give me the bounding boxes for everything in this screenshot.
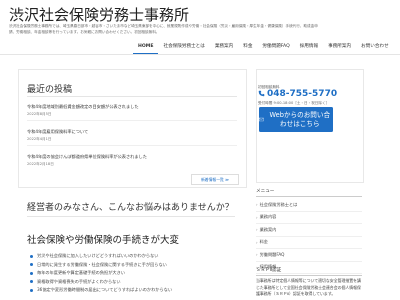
site-title[interactable]: 渋沢社会保険労務士事務所 [9, 4, 189, 25]
post-title[interactable]: 令和4年度の協会けんぽ都道府県単位保険料率が公表されました [27, 154, 237, 160]
mail-icon [259, 117, 264, 122]
section-divider [27, 96, 237, 97]
worries-list: 労災や社会保険に加入したいけどどうすればいいのかわからない 日常的に発生する労働… [30, 252, 172, 295]
post-date: 2022年2月18日 [27, 162, 54, 166]
sidebar-item-label: 労働問題FAQ [259, 251, 285, 257]
sidebar-item-fees[interactable]: › 料金 [256, 237, 362, 249]
sidebar-item-label: 社会保険労務士とは [259, 201, 298, 207]
sidebar-item-services[interactable]: › 業務案内 [256, 224, 362, 237]
nav-home[interactable]: HOME [133, 44, 159, 54]
sidebar-item-label: 業務案内 [259, 226, 277, 232]
cta-divider [27, 216, 235, 217]
menu-divider [256, 196, 362, 197]
post-date: 2022年8月5日 [27, 112, 52, 116]
post-divider [27, 145, 237, 146]
bullet-icon [30, 254, 33, 258]
sidebar-item-about[interactable]: › 社会保険労務士とは [256, 199, 362, 212]
sidebar-item-label: 料金 [259, 239, 268, 245]
chevron-right-icon: › [256, 214, 258, 220]
worry-text: 36協定や変形労働時間制の届出についてどうすればよいのかわからない [37, 287, 173, 293]
chevron-right-icon: › [256, 202, 258, 208]
nav-office[interactable]: 事務所案内 [323, 43, 356, 54]
worries-title: 社会保険や労働保険の手続きが大変 [27, 235, 180, 246]
list-item: 36協定や変形労働時間制の届出についてどうすればよいのかわからない [30, 286, 172, 295]
chevron-right-icon: › [256, 239, 258, 245]
web-contact-label: Webからのお問い合わせはこちら [269, 111, 331, 128]
menu-title: メニュー [256, 189, 275, 194]
worry-text: 資格取得や資格喪失の手続がよくわからない [37, 278, 121, 284]
post-item: 令和4年度の協会けんぽ都道府県単位保険料率が公表されました 2022年2月18日 [27, 154, 237, 167]
web-contact-button[interactable]: Webからのお問い合わせはこちら [259, 107, 333, 132]
nav-about-sharoushi[interactable]: 社会保険労務士とは [158, 43, 209, 54]
list-item: 毎年の年度更新や算定基礎手続の負担が大きい [30, 269, 172, 278]
bullet-icon [30, 263, 33, 267]
nav-fees[interactable]: 料金 [238, 43, 257, 54]
srp-divider [256, 275, 362, 276]
post-item: 令和4年度雇用保険料率について 2022年4月1日 [27, 129, 237, 142]
worry-text: 労災や社会保険に加入したいけどどうすればいいのかわからない [37, 253, 159, 259]
phone-icon [258, 90, 265, 97]
cta-heading: 経営者のみなさん、こんなお悩みはありませんか？ [27, 203, 234, 213]
worry-text: 毎年の年度更新や算定基礎手続の負担が大きい [37, 270, 125, 276]
nav-labor-faq[interactable]: 労働問題FAQ [257, 43, 294, 54]
sidebar-menu: › 社会保険労務士とは › 業務内容 › 業務案内 › 料金 › 労働問題FAQ › 採用情… [256, 199, 362, 274]
srp-text: 当事務所は特定個人情報等について適切な安全管理措置を講じた事務所として全国社会保… [256, 278, 361, 297]
list-item: 日常的に発生する労働保険・社会保険に関する手続きに手が回らない [30, 261, 172, 270]
sidebar-item-label: 業務内容 [259, 214, 277, 220]
srp-title: ＳＲＰⅡ認証 [256, 268, 282, 273]
phone-number[interactable]: 048-755-5770 [267, 89, 337, 99]
post-divider [27, 120, 237, 121]
list-item: 資格取得や資格喪失の手続がよくわからない [30, 278, 172, 287]
site-description: 渋沢社会保険労務士事務所では、埼玉県春日部市・越谷市・さいたま市など埼玉県東部を… [9, 24, 318, 34]
phone-hours: 受付時間 9:00-18:00［土・日・祝日除く］ [258, 101, 330, 105]
sidebar-item-faq[interactable]: › 労働問題FAQ [256, 249, 362, 262]
recent-posts-title: 最近の投稿 [27, 85, 73, 95]
chevron-right-icon: › [256, 227, 258, 233]
post-date: 2022年4月1日 [27, 137, 52, 141]
worry-text: 日常的に発生する労働保険・社会保険に関する手続きに手が回らない [37, 261, 167, 267]
nav-services[interactable]: 業務案内 [210, 43, 238, 54]
global-nav: HOME 社会保険労務士とは 業務案内 料金 労働問題FAQ 採用情報 事務所案… [133, 40, 394, 54]
post-title[interactable]: 令和4年度地域別最低賃金額改定の目安額が公表されました [27, 104, 237, 110]
chevron-right-icon: › [256, 252, 258, 258]
nav-contact[interactable]: お問い合わせ [356, 43, 394, 54]
bullet-icon [30, 288, 33, 292]
bullet-icon [30, 280, 33, 284]
post-title[interactable]: 令和4年度雇用保険料率について [27, 129, 237, 135]
list-item: 労災や社会保険に加入したいけどどうすればいいのかわからない [30, 252, 172, 261]
news-list-button[interactable]: 新着情報一覧 ≫ [191, 174, 239, 185]
sidebar-item-duties[interactable]: › 業務内容 [256, 212, 362, 224]
header-divider [0, 54, 400, 55]
nav-recruit[interactable]: 採用情報 [295, 43, 323, 54]
post-item: 令和4年度地域別最低賃金額改定の目安額が公表されました 2022年8月5日 [27, 104, 237, 117]
bullet-icon [30, 271, 33, 275]
